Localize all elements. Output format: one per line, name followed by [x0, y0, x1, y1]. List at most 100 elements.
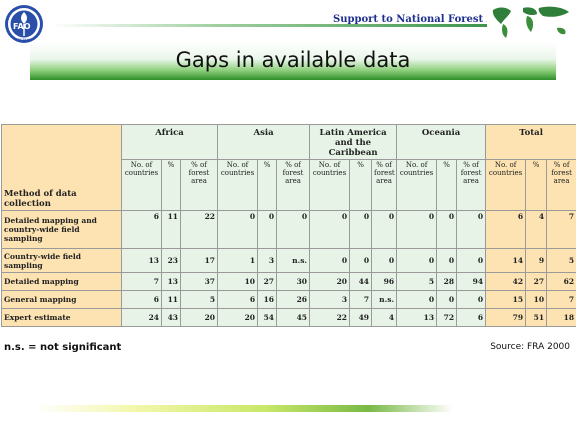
region-header-oceania: Oceania	[396, 124, 487, 160]
table-cell: 42	[485, 272, 527, 291]
table-cell: 62	[546, 272, 576, 291]
table-cell: 5	[546, 248, 576, 273]
table-cell: 0	[349, 248, 373, 273]
region-header-africa: Africa	[120, 124, 219, 160]
table-cell: 0	[371, 248, 398, 273]
table-cell: 23	[161, 248, 181, 273]
table-cell: 0	[276, 210, 311, 249]
table-cell: 22	[309, 308, 351, 327]
logo-text: FAO	[13, 22, 31, 31]
table-cell: 94	[456, 272, 487, 291]
table-cell: 13	[121, 248, 162, 273]
table-cell: 16	[257, 290, 278, 309]
table-cell: 0	[309, 248, 351, 273]
table-cell: 79	[485, 308, 527, 327]
subheader-cell: No. of countries	[309, 159, 351, 211]
subheader-cell: %	[161, 159, 181, 211]
table-cell: 5	[396, 272, 438, 291]
table-cell: 0	[436, 210, 458, 249]
table-cell: 0	[349, 210, 373, 249]
table-cell: 51	[525, 308, 548, 327]
table-cell: 7	[121, 272, 162, 291]
table-body: Detailed mapping and country-wide field …	[1, 210, 576, 327]
table-cell: n.s.	[371, 290, 398, 309]
table-cell: 45	[276, 308, 311, 327]
table-cell: 1	[217, 248, 259, 273]
table-cell: 0	[371, 210, 398, 249]
footer-decoration	[33, 405, 453, 412]
region-header-row: Method of data collection Africa Asia La…	[1, 124, 576, 211]
region-header-asia: Asia	[217, 124, 311, 160]
not-significant-note: n.s. = not significant	[4, 342, 122, 353]
table-cell: 22	[179, 210, 219, 249]
table-cell: 7	[546, 210, 576, 249]
table-cell: 0	[456, 248, 487, 273]
table-cell: 0	[436, 290, 458, 309]
table-cell: 72	[436, 308, 458, 327]
table-cell: 0	[396, 290, 438, 309]
fao-logo: FAO FIAT PANIS	[2, 3, 46, 45]
table-cell: 6	[456, 308, 487, 327]
table-cell: 6	[121, 290, 162, 309]
subheader-cell: % of forest area	[546, 159, 576, 211]
subheader-cell: %	[349, 159, 373, 211]
table-cell: 27	[257, 272, 278, 291]
table-cell: 0	[456, 290, 487, 309]
table-cell: 28	[436, 272, 458, 291]
table-cell: 44	[349, 272, 373, 291]
table-cell: 24	[121, 308, 162, 327]
row-label: Country-wide field sampling	[1, 248, 122, 273]
table-cell: n.s.	[276, 248, 311, 273]
row-label: Expert estimate	[1, 308, 122, 327]
subheader-cell: %	[436, 159, 458, 211]
table-cell: 3	[309, 290, 351, 309]
table-cell: 13	[396, 308, 438, 327]
table-cell: 18	[546, 308, 576, 327]
table-cell: 15	[485, 290, 527, 309]
table-cell: 0	[436, 248, 458, 273]
table-cell: 20	[309, 272, 351, 291]
table-cell: 9	[525, 248, 548, 273]
table-cell: 6	[217, 290, 259, 309]
table-cell: 10	[525, 290, 548, 309]
subheader-cell: No. of countries	[485, 159, 527, 211]
table-cell: 43	[161, 308, 181, 327]
table-cell: 6	[485, 210, 527, 249]
subheader-cell: % of forest area	[456, 159, 487, 211]
region-header-total: Total	[485, 124, 576, 160]
method-header: Method of data collection	[1, 124, 122, 211]
table-row: Detailed mapping 7 13 37 10 27 30 20 44 96 5 28 94 42…	[1, 272, 576, 291]
table-cell: 4	[371, 308, 398, 327]
world-map-icon	[487, 2, 573, 42]
subheader-cell: % of forest area	[179, 159, 219, 211]
subheader-cell: %	[525, 159, 548, 211]
table-cell: 37	[179, 272, 219, 291]
table-cell: 13	[161, 272, 181, 291]
table-cell: 96	[371, 272, 398, 291]
table-cell: 11	[161, 210, 181, 249]
table-cell: 0	[396, 248, 438, 273]
table-cell: 4	[525, 210, 548, 249]
data-gaps-table: Method of data collection Africa Asia La…	[1, 124, 576, 327]
subheader-cell: % of forest area	[371, 159, 398, 211]
row-label: General mapping	[1, 290, 122, 309]
table-cell: 7	[546, 290, 576, 309]
region-header-latin-america: Latin America and the Caribbean	[309, 124, 398, 160]
table-cell: 26	[276, 290, 311, 309]
subheader-cell: No. of countries	[217, 159, 259, 211]
table-row: Country-wide field sampling 13 23 17 1 3 n.s. 0…	[1, 248, 576, 273]
table-cell: 0	[257, 210, 278, 249]
table-cell: 17	[179, 248, 219, 273]
subheader-cell: No. of countries	[121, 159, 162, 211]
title-banner: Gaps in available data	[30, 42, 556, 80]
table-cell: 49	[349, 308, 373, 327]
subheader-cell: % of forest area	[276, 159, 311, 211]
page-title: Gaps in available data	[175, 48, 411, 72]
table-cell: 0	[217, 210, 259, 249]
table-cell: 54	[257, 308, 278, 327]
table-cell: 5	[179, 290, 219, 309]
subheader-cell: %	[257, 159, 278, 211]
table-cell: 3	[257, 248, 278, 273]
table-row: Expert estimate 24 43 20 20 54 45 22 49 4 13 72 6 79 5…	[1, 308, 576, 327]
row-label: Detailed mapping and country-wide field …	[1, 210, 122, 249]
